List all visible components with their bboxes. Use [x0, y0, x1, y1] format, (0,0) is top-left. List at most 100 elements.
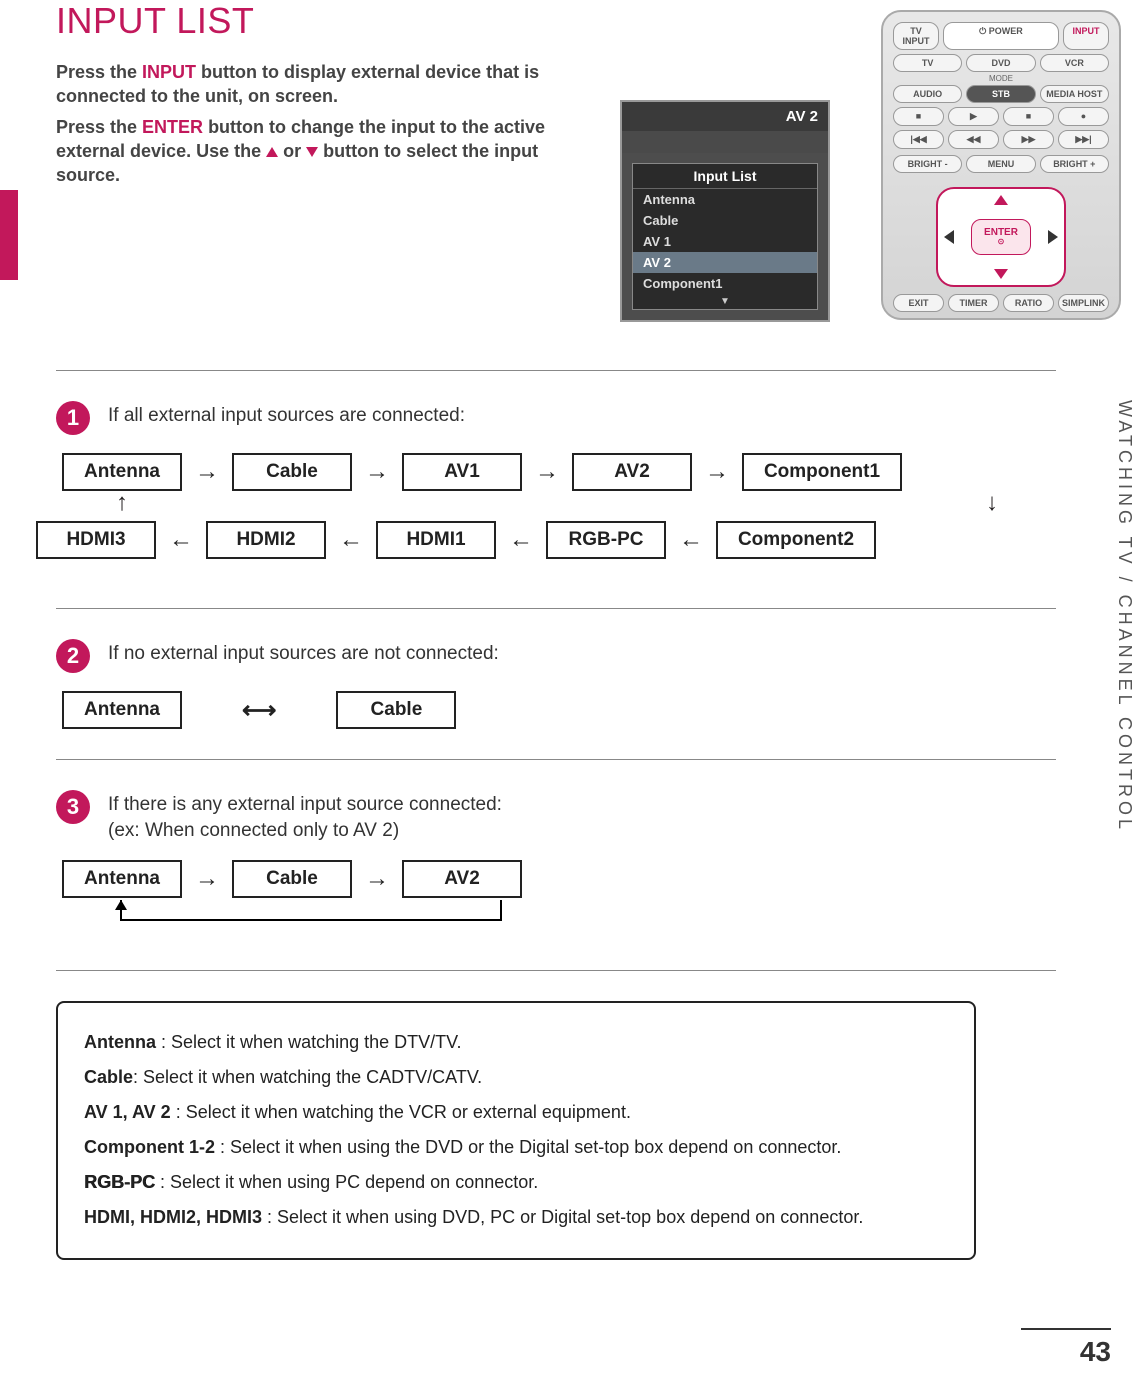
flow-antenna: Antenna [62, 691, 182, 729]
flow-av1: AV1 [402, 453, 522, 491]
mode-dvd[interactable]: DVD [966, 54, 1035, 72]
enter-button[interactable]: ENTER ⊙ [971, 219, 1031, 255]
osd-item-antenna[interactable]: Antenna [633, 189, 817, 210]
desc-cable: : Select it when watching the CADTV/CATV… [133, 1067, 482, 1087]
stop-button[interactable]: ■ [893, 107, 944, 126]
nav-down-button[interactable] [994, 269, 1008, 279]
page-number: 43 [1021, 1328, 1111, 1368]
step-2-badge: 2 [56, 639, 90, 673]
input-descriptions: Antenna : Select it when watching the DT… [56, 1001, 976, 1260]
loopback-arrow [56, 900, 1056, 940]
next-button[interactable]: ▶▶| [1058, 130, 1109, 149]
arrow-right-icon: → [362, 865, 392, 893]
divider [56, 970, 1056, 971]
term-rgbpc: RGB-PC [84, 1172, 155, 1192]
term-cable: Cable [84, 1067, 133, 1087]
step-3-badge: 3 [56, 790, 90, 824]
mode-stb[interactable]: STB [966, 85, 1035, 103]
ff-button[interactable]: ▶▶ [1003, 130, 1054, 149]
nav-right-button[interactable] [1048, 230, 1058, 244]
divider [56, 608, 1056, 609]
record-button[interactable]: ● [1058, 107, 1109, 126]
remote-control: TV INPUT ⏻ POWER INPUT TV DVD VCR MODE A… [881, 10, 1121, 320]
flow-rgbpc: RGB-PC [546, 521, 666, 559]
step-1-badge: 1 [56, 401, 90, 435]
step-2: 2 If no external input sources are not c… [56, 639, 1056, 673]
osd-item-cable[interactable]: Cable [633, 210, 817, 231]
flow-triple: Antenna → Cable → AV2 [62, 860, 1056, 898]
osd-item-component1[interactable]: Component1 [633, 273, 817, 294]
bright-minus-button[interactable]: BRIGHT - [893, 155, 962, 173]
osd-dropdown[interactable]: Input List Antenna Cable AV 1 AV 2 Compo… [632, 163, 818, 310]
desc-rgbpc: : Select it when using PC depend on conn… [155, 1172, 538, 1192]
flow-hdmi2: HDMI2 [206, 521, 326, 559]
arrow-right-icon: → [532, 458, 562, 486]
arrow-left-icon: ← [166, 526, 196, 554]
step-2-text: If no external input sources are not con… [108, 639, 499, 665]
power-button[interactable]: ⏻ POWER [943, 22, 1059, 50]
ratio-button[interactable]: RATIO [1003, 294, 1054, 312]
arrow-right-icon: → [362, 458, 392, 486]
osd-item-av2[interactable]: AV 2 [633, 252, 817, 273]
osd-item-av1[interactable]: AV 1 [633, 231, 817, 252]
osd-current-source: AV 2 [622, 102, 828, 131]
input-button[interactable]: INPUT [1063, 22, 1109, 50]
arrow-left-icon: ← [676, 526, 706, 554]
intro-enter-highlight: ENTER [142, 117, 203, 137]
step-1-text: If all external input sources are connec… [108, 401, 465, 427]
section-sidebar-label: WATCHING TV / CHANNEL CONTROL [1114, 400, 1135, 900]
flow-row-1: Antenna → Cable → AV1 → AV2 → Component1 [62, 453, 1056, 491]
step-1: 1 If all external input sources are conn… [56, 401, 1056, 435]
mode-tv[interactable]: TV [893, 54, 962, 72]
nav-up-button[interactable] [994, 195, 1008, 205]
term-component: Component 1-2 [84, 1137, 215, 1157]
mode-mediahost[interactable]: MEDIA HOST [1040, 85, 1109, 103]
main-content: 1 If all external input sources are conn… [56, 340, 1056, 1260]
mode-vcr[interactable]: VCR [1040, 54, 1109, 72]
flow-hdmi1: HDMI1 [376, 521, 496, 559]
rew-button[interactable]: ◀◀ [948, 130, 999, 149]
accent-tab [0, 190, 18, 280]
bright-plus-button[interactable]: BRIGHT + [1040, 155, 1109, 173]
power-label: POWER [989, 26, 1023, 36]
tv-input-button[interactable]: TV INPUT [893, 22, 939, 50]
page-title: INPUT LIST [56, 0, 254, 42]
arrow-right-icon: → [702, 458, 732, 486]
pause-button[interactable]: ■ [1003, 107, 1054, 126]
exit-button[interactable]: EXIT [893, 294, 944, 312]
timer-button[interactable]: TIMER [948, 294, 999, 312]
flow-cable: Cable [336, 691, 456, 729]
flow-component1: Component1 [742, 453, 902, 491]
mode-audio[interactable]: AUDIO [893, 85, 962, 103]
nav-left-button[interactable] [944, 230, 954, 244]
term-av: AV 1, AV 2 [84, 1102, 171, 1122]
arrow-right-icon: → [192, 458, 222, 486]
flow-av2: AV2 [402, 860, 522, 898]
flow-cable: Cable [232, 860, 352, 898]
flow-antenna: Antenna [62, 453, 182, 491]
desc-av: : Select it when watching the VCR or ext… [171, 1102, 631, 1122]
simplink-button[interactable]: SIMPLINK [1058, 294, 1109, 312]
flow-av2: AV2 [572, 453, 692, 491]
arrow-down-icon: ↓ [986, 489, 998, 517]
arrow-up-icon: ↑ [116, 489, 128, 517]
flow-row-2: HDMI3 ← HDMI2 ← HDMI1 ← RGB-PC ← Compone… [36, 521, 1056, 559]
desc-component: : Select it when using the DVD or the Di… [215, 1137, 841, 1157]
menu-button[interactable]: MENU [966, 155, 1035, 173]
arrow-up-icon [266, 147, 278, 157]
term-antenna: Antenna [84, 1032, 156, 1052]
prev-button[interactable]: |◀◀ [893, 130, 944, 149]
divider [56, 759, 1056, 760]
arrow-left-icon: ← [506, 526, 536, 554]
arrow-right-icon: → [192, 865, 222, 893]
nav-pad: ENTER ⊙ [893, 179, 1109, 294]
step-3-text1: If there is any external input source co… [108, 790, 502, 816]
flow-component2: Component2 [716, 521, 876, 559]
play-button[interactable]: ▶ [948, 107, 999, 126]
arrow-left-icon: ← [336, 526, 366, 554]
intro-p2c: or [283, 141, 306, 161]
intro-text: Press the INPUT button to display extern… [56, 60, 576, 187]
desc-hdmi: : Select it when using DVD, PC or Digita… [262, 1207, 863, 1227]
divider [56, 370, 1056, 371]
intro-p2a: Press the [56, 117, 142, 137]
